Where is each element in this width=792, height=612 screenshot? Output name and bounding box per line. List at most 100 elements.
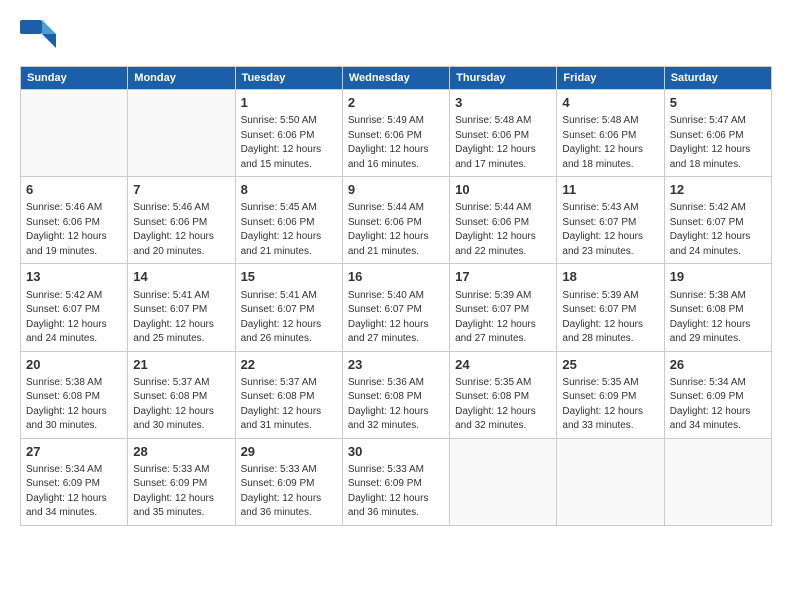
page-header bbox=[20, 20, 772, 50]
cell-content: Sunrise: 5:46 AMSunset: 6:06 PMDaylight:… bbox=[26, 201, 122, 259]
day-number: 28 bbox=[133, 443, 229, 461]
cell-content: Sunrise: 5:39 AMSunset: 6:07 PMDaylight:… bbox=[455, 289, 551, 347]
calendar-cell: 7 Sunrise: 5:46 AMSunset: 6:06 PMDaylight… bbox=[128, 177, 235, 264]
day-number: 13 bbox=[26, 268, 122, 286]
day-number: 4 bbox=[562, 94, 658, 112]
day-number: 7 bbox=[133, 181, 229, 199]
cell-content: Sunrise: 5:48 AMSunset: 6:06 PMDaylight:… bbox=[562, 114, 658, 172]
cell-content: Sunrise: 5:33 AMSunset: 6:09 PMDaylight:… bbox=[133, 463, 229, 521]
cell-content: Sunrise: 5:34 AMSunset: 6:09 PMDaylight:… bbox=[26, 463, 122, 521]
calendar-week-row: 6 Sunrise: 5:46 AMSunset: 6:06 PMDaylight… bbox=[21, 177, 772, 264]
day-number: 14 bbox=[133, 268, 229, 286]
calendar-header-friday: Friday bbox=[557, 67, 664, 90]
calendar-cell: 10 Sunrise: 5:44 AMSunset: 6:06 PMDayligh… bbox=[450, 177, 557, 264]
calendar-header-thursday: Thursday bbox=[450, 67, 557, 90]
day-number: 5 bbox=[670, 94, 766, 112]
cell-content: Sunrise: 5:42 AMSunset: 6:07 PMDaylight:… bbox=[670, 201, 766, 259]
day-number: 26 bbox=[670, 356, 766, 374]
cell-content: Sunrise: 5:34 AMSunset: 6:09 PMDaylight:… bbox=[670, 376, 766, 434]
day-number: 25 bbox=[562, 356, 658, 374]
cell-content: Sunrise: 5:37 AMSunset: 6:08 PMDaylight:… bbox=[133, 376, 229, 434]
logo-icon bbox=[20, 20, 56, 50]
calendar-cell: 27 Sunrise: 5:34 AMSunset: 6:09 PMDayligh… bbox=[21, 438, 128, 525]
cell-content: Sunrise: 5:39 AMSunset: 6:07 PMDaylight:… bbox=[562, 289, 658, 347]
calendar-week-row: 1 Sunrise: 5:50 AMSunset: 6:06 PMDaylight… bbox=[21, 90, 772, 177]
calendar-cell: 16 Sunrise: 5:40 AMSunset: 6:07 PMDayligh… bbox=[342, 264, 449, 351]
calendar-week-row: 27 Sunrise: 5:34 AMSunset: 6:09 PMDayligh… bbox=[21, 438, 772, 525]
cell-content: Sunrise: 5:40 AMSunset: 6:07 PMDaylight:… bbox=[348, 289, 444, 347]
calendar-header-row: SundayMondayTuesdayWednesdayThursdayFrid… bbox=[21, 67, 772, 90]
cell-content: Sunrise: 5:44 AMSunset: 6:06 PMDaylight:… bbox=[455, 201, 551, 259]
cell-content: Sunrise: 5:38 AMSunset: 6:08 PMDaylight:… bbox=[670, 289, 766, 347]
day-number: 19 bbox=[670, 268, 766, 286]
calendar-cell: 18 Sunrise: 5:39 AMSunset: 6:07 PMDayligh… bbox=[557, 264, 664, 351]
day-number: 2 bbox=[348, 94, 444, 112]
day-number: 18 bbox=[562, 268, 658, 286]
day-number: 16 bbox=[348, 268, 444, 286]
calendar-cell: 20Sunrise: 5:38 AMSunset: 6:08 PMDayligh… bbox=[21, 351, 128, 438]
calendar-cell: 13Sunrise: 5:42 AMSunset: 6:07 PMDayligh… bbox=[21, 264, 128, 351]
calendar-cell: 29 Sunrise: 5:33 AMSunset: 6:09 PMDayligh… bbox=[235, 438, 342, 525]
calendar-cell: 2 Sunrise: 5:49 AMSunset: 6:06 PMDaylight… bbox=[342, 90, 449, 177]
calendar-cell: 12 Sunrise: 5:42 AMSunset: 6:07 PMDayligh… bbox=[664, 177, 771, 264]
day-number: 3 bbox=[455, 94, 551, 112]
calendar-cell bbox=[128, 90, 235, 177]
calendar-cell: 19 Sunrise: 5:38 AMSunset: 6:08 PMDayligh… bbox=[664, 264, 771, 351]
day-number: 10 bbox=[455, 181, 551, 199]
cell-content: Sunrise: 5:50 AMSunset: 6:06 PMDaylight:… bbox=[241, 114, 337, 172]
cell-content: Sunrise: 5:46 AMSunset: 6:06 PMDaylight:… bbox=[133, 201, 229, 259]
calendar-cell: 25 Sunrise: 5:35 AMSunset: 6:09 PMDayligh… bbox=[557, 351, 664, 438]
day-number: 15 bbox=[241, 268, 337, 286]
day-number: 27 bbox=[26, 443, 122, 461]
cell-content: Sunrise: 5:33 AMSunset: 6:09 PMDaylight:… bbox=[348, 463, 444, 521]
calendar-week-row: 13Sunrise: 5:42 AMSunset: 6:07 PMDayligh… bbox=[21, 264, 772, 351]
calendar-cell: 15 Sunrise: 5:41 AMSunset: 6:07 PMDayligh… bbox=[235, 264, 342, 351]
calendar-cell: 4 Sunrise: 5:48 AMSunset: 6:06 PMDaylight… bbox=[557, 90, 664, 177]
calendar-cell: 17 Sunrise: 5:39 AMSunset: 6:07 PMDayligh… bbox=[450, 264, 557, 351]
cell-content: Sunrise: 5:41 AMSunset: 6:07 PMDaylight:… bbox=[133, 289, 229, 347]
calendar-cell: 21 Sunrise: 5:37 AMSunset: 6:08 PMDayligh… bbox=[128, 351, 235, 438]
cell-content: Sunrise: 5:35 AMSunset: 6:08 PMDaylight:… bbox=[455, 376, 551, 434]
calendar-cell: 5Sunrise: 5:47 AMSunset: 6:06 PMDaylight… bbox=[664, 90, 771, 177]
day-number: 11 bbox=[562, 181, 658, 199]
calendar-header-sunday: Sunday bbox=[21, 67, 128, 90]
day-number: 8 bbox=[241, 181, 337, 199]
calendar-cell bbox=[450, 438, 557, 525]
day-number: 17 bbox=[455, 268, 551, 286]
day-number: 6 bbox=[26, 181, 122, 199]
calendar-header-monday: Monday bbox=[128, 67, 235, 90]
cell-content: Sunrise: 5:48 AMSunset: 6:06 PMDaylight:… bbox=[455, 114, 551, 172]
day-number: 21 bbox=[133, 356, 229, 374]
cell-content: Sunrise: 5:38 AMSunset: 6:08 PMDaylight:… bbox=[26, 376, 122, 434]
calendar-cell bbox=[557, 438, 664, 525]
day-number: 29 bbox=[241, 443, 337, 461]
cell-content: Sunrise: 5:45 AMSunset: 6:06 PMDaylight:… bbox=[241, 201, 337, 259]
day-number: 24 bbox=[455, 356, 551, 374]
calendar-cell: 11 Sunrise: 5:43 AMSunset: 6:07 PMDayligh… bbox=[557, 177, 664, 264]
calendar-cell: 1 Sunrise: 5:50 AMSunset: 6:06 PMDaylight… bbox=[235, 90, 342, 177]
calendar-cell bbox=[664, 438, 771, 525]
cell-content: Sunrise: 5:43 AMSunset: 6:07 PMDaylight:… bbox=[562, 201, 658, 259]
calendar-cell: 23Sunrise: 5:36 AMSunset: 6:08 PMDayligh… bbox=[342, 351, 449, 438]
cell-content: Sunrise: 5:41 AMSunset: 6:07 PMDaylight:… bbox=[241, 289, 337, 347]
day-number: 23 bbox=[348, 356, 444, 374]
cell-content: Sunrise: 5:37 AMSunset: 6:08 PMDaylight:… bbox=[241, 376, 337, 434]
calendar-header-tuesday: Tuesday bbox=[235, 67, 342, 90]
day-number: 22 bbox=[241, 356, 337, 374]
calendar-cell: 30Sunrise: 5:33 AMSunset: 6:09 PMDayligh… bbox=[342, 438, 449, 525]
cell-content: Sunrise: 5:49 AMSunset: 6:06 PMDaylight:… bbox=[348, 114, 444, 172]
day-number: 12 bbox=[670, 181, 766, 199]
calendar-week-row: 20Sunrise: 5:38 AMSunset: 6:08 PMDayligh… bbox=[21, 351, 772, 438]
cell-content: Sunrise: 5:44 AMSunset: 6:06 PMDaylight:… bbox=[348, 201, 444, 259]
logo bbox=[20, 20, 64, 50]
calendar-cell: 8 Sunrise: 5:45 AMSunset: 6:06 PMDaylight… bbox=[235, 177, 342, 264]
calendar-table: SundayMondayTuesdayWednesdayThursdayFrid… bbox=[20, 66, 772, 526]
calendar-cell: 26 Sunrise: 5:34 AMSunset: 6:09 PMDayligh… bbox=[664, 351, 771, 438]
calendar-header-saturday: Saturday bbox=[664, 67, 771, 90]
calendar-cell bbox=[21, 90, 128, 177]
calendar-cell: 22 Sunrise: 5:37 AMSunset: 6:08 PMDayligh… bbox=[235, 351, 342, 438]
cell-content: Sunrise: 5:33 AMSunset: 6:09 PMDaylight:… bbox=[241, 463, 337, 521]
calendar-header-wednesday: Wednesday bbox=[342, 67, 449, 90]
day-number: 1 bbox=[241, 94, 337, 112]
cell-content: Sunrise: 5:35 AMSunset: 6:09 PMDaylight:… bbox=[562, 376, 658, 434]
